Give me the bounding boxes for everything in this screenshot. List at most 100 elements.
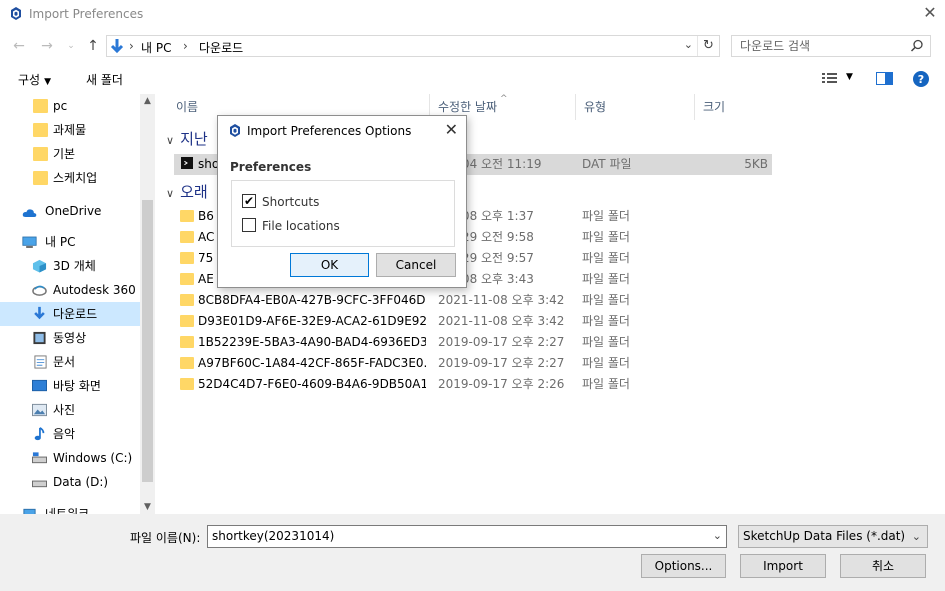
- sidebar-item-pictures[interactable]: 사진: [0, 398, 140, 422]
- sidebar-item-network[interactable]: 네트워크: [0, 502, 140, 514]
- ok-button[interactable]: OK: [290, 253, 369, 277]
- close-window-button[interactable]: ✕: [915, 0, 945, 28]
- column-header-size[interactable]: 크기: [695, 94, 775, 120]
- forward-arrow-icon[interactable]: →: [38, 36, 56, 56]
- chevron-down-icon[interactable]: ⌄: [713, 529, 722, 542]
- sidebar-item-label: 사진: [53, 403, 76, 417]
- sidebar-item-label: 다운로드: [53, 307, 98, 321]
- sidebar-item-label: 기본: [53, 147, 76, 161]
- command-bar: 구성 ▼ 새 폴더 ▼ ?: [0, 62, 945, 94]
- organize-button[interactable]: 구성 ▼: [18, 71, 51, 88]
- breadcrumb-downloads[interactable]: 다운로드: [199, 39, 243, 56]
- breadcrumb-this-pc[interactable]: 내 PC: [141, 39, 171, 56]
- options-button[interactable]: Options...: [641, 554, 726, 578]
- back-arrow-icon[interactable]: ←: [10, 36, 28, 56]
- title-bar: Import Preferences ✕: [0, 0, 945, 30]
- organize-label: 구성: [18, 73, 41, 87]
- picture-icon: [32, 403, 47, 417]
- sidebar-item-autodesk-360[interactable]: Autodesk 360: [0, 278, 140, 302]
- cube-icon: [32, 259, 47, 273]
- import-button[interactable]: Import: [740, 554, 826, 578]
- up-arrow-icon[interactable]: ↑: [84, 36, 102, 56]
- sidebar-item-label: 음악: [53, 427, 76, 441]
- filename-input[interactable]: [208, 526, 703, 546]
- sketchup-icon: [11, 7, 21, 20]
- group-header-old[interactable]: ∨ 오래: [166, 181, 208, 202]
- sidebar-scrollbar[interactable]: ▲ ▼: [140, 94, 155, 514]
- sidebar-item-pc[interactable]: pc: [0, 94, 140, 118]
- table-row[interactable]: A97BF60C-1A84-42CF-865F-FADC3E0... 2019-…: [174, 353, 772, 374]
- sidebar-item-label: 내 PC: [45, 235, 76, 249]
- file-name: 52D4C4D7-F6E0-4609-B4A6-9DB50A1...: [198, 377, 426, 391]
- file-date: 2019-09-17 오후 2:27: [438, 335, 565, 349]
- preview-pane-icon[interactable]: [876, 72, 894, 86]
- file-locations-label[interactable]: File locations: [262, 219, 340, 233]
- sidebar-item-data-d[interactable]: Data (D:): [0, 470, 140, 494]
- sketchup-icon: [230, 124, 240, 137]
- download-folder-icon: [110, 39, 124, 54]
- sidebar-item-basic[interactable]: 기본: [0, 142, 140, 166]
- sidebar-item-downloads[interactable]: 다운로드: [0, 302, 140, 326]
- address-bar[interactable]: › 내 PC › 다운로드 ⌄ ↻: [106, 35, 720, 57]
- view-dropdown-icon[interactable]: ▼: [846, 72, 853, 82]
- close-icon[interactable]: ✕: [445, 120, 458, 139]
- chevron-down-icon: ∨: [166, 187, 175, 200]
- address-dropdown-icon[interactable]: ⌄: [684, 38, 693, 51]
- table-row[interactable]: D93E01D9-AF6E-32E9-ACA2-61D9E92... 2021-…: [174, 311, 772, 332]
- sidebar-item-3d-objects[interactable]: 3D 개체: [0, 254, 140, 278]
- computer-icon: [22, 236, 37, 248]
- file-type-select[interactable]: SketchUp Data Files (*.dat) ⌄: [738, 525, 928, 548]
- file-type: 파일 폴더: [582, 209, 630, 223]
- file-locations-checkbox[interactable]: [242, 218, 256, 232]
- search-box[interactable]: [731, 35, 931, 57]
- help-icon[interactable]: ?: [912, 70, 930, 88]
- sidebar-item-windows-c[interactable]: Windows (C:): [0, 446, 140, 470]
- music-icon: [34, 427, 45, 441]
- file-type: 파일 폴더: [582, 251, 630, 265]
- table-row[interactable]: 1B52239E-5BA3-4A90-BAD4-6936ED3... 2019-…: [174, 332, 772, 353]
- sidebar-item-music[interactable]: 음악: [0, 422, 140, 446]
- file-name: D93E01D9-AF6E-32E9-ACA2-61D9E92...: [198, 314, 426, 328]
- shortcuts-checkbox[interactable]: ✔: [242, 194, 256, 208]
- chevron-down-icon: ∨: [166, 134, 175, 147]
- search-input[interactable]: [740, 37, 910, 55]
- column-label: 수정한 날짜: [438, 100, 498, 114]
- view-options-icon[interactable]: [822, 72, 840, 84]
- sidebar-item-this-pc[interactable]: 내 PC: [0, 230, 140, 254]
- scroll-down-icon[interactable]: ▼: [140, 502, 155, 512]
- svg-text:?: ?: [918, 73, 924, 86]
- file-name: 1B52239E-5BA3-4A90-BAD4-6936ED3...: [198, 335, 426, 349]
- table-row[interactable]: 8CB8DFA4-EB0A-427B-9CFC-3FF046D... 2021-…: [174, 290, 772, 311]
- autodesk-icon: [32, 285, 47, 296]
- recent-dropdown-icon[interactable]: ⌄: [62, 36, 80, 56]
- new-folder-button[interactable]: 새 폴더: [86, 71, 123, 88]
- dialog-cancel-button[interactable]: Cancel: [376, 253, 456, 277]
- refresh-icon[interactable]: ↻: [697, 36, 719, 56]
- column-header-type[interactable]: 유형: [576, 94, 695, 120]
- document-icon: [34, 355, 47, 369]
- sidebar-item-videos[interactable]: 동영상: [0, 326, 140, 350]
- group-header-last[interactable]: ∨ 지난: [166, 128, 208, 149]
- table-row[interactable]: 52D4C4D7-F6E0-4609-B4A6-9DB50A1... 2019-…: [174, 374, 772, 395]
- sidebar-item-sketchup[interactable]: 스케치업: [0, 166, 140, 190]
- filename-combobox[interactable]: ⌄: [207, 525, 727, 548]
- import-options-dialog: Import Preferences Options ✕ Preferences…: [217, 115, 467, 288]
- preferences-group-label: Preferences: [230, 160, 312, 174]
- cancel-button[interactable]: 취소: [840, 554, 926, 578]
- window-title: Import Preferences: [29, 7, 144, 21]
- scroll-up-icon[interactable]: ▲: [140, 96, 155, 106]
- sidebar-item-documents[interactable]: 문서: [0, 350, 140, 374]
- sidebar-item-homework[interactable]: 과제물: [0, 118, 140, 142]
- filename-label: 파일 이름(N):: [130, 531, 201, 545]
- sidebar-item-label: 스케치업: [53, 171, 98, 185]
- folder-icon: [180, 294, 194, 306]
- sidebar-item-onedrive[interactable]: OneDrive: [0, 199, 140, 223]
- chevron-down-icon: ⌄: [911, 530, 921, 543]
- folder-icon: [180, 210, 194, 222]
- sidebar-item-desktop[interactable]: 바탕 화면: [0, 374, 140, 398]
- group-label: 오래: [180, 183, 208, 201]
- shortcuts-label[interactable]: Shortcuts: [262, 195, 319, 209]
- scrollbar-thumb[interactable]: [142, 200, 153, 482]
- sidebar-item-label: 문서: [53, 355, 76, 369]
- file-date: 2021-11-08 오후 3:42: [438, 293, 565, 307]
